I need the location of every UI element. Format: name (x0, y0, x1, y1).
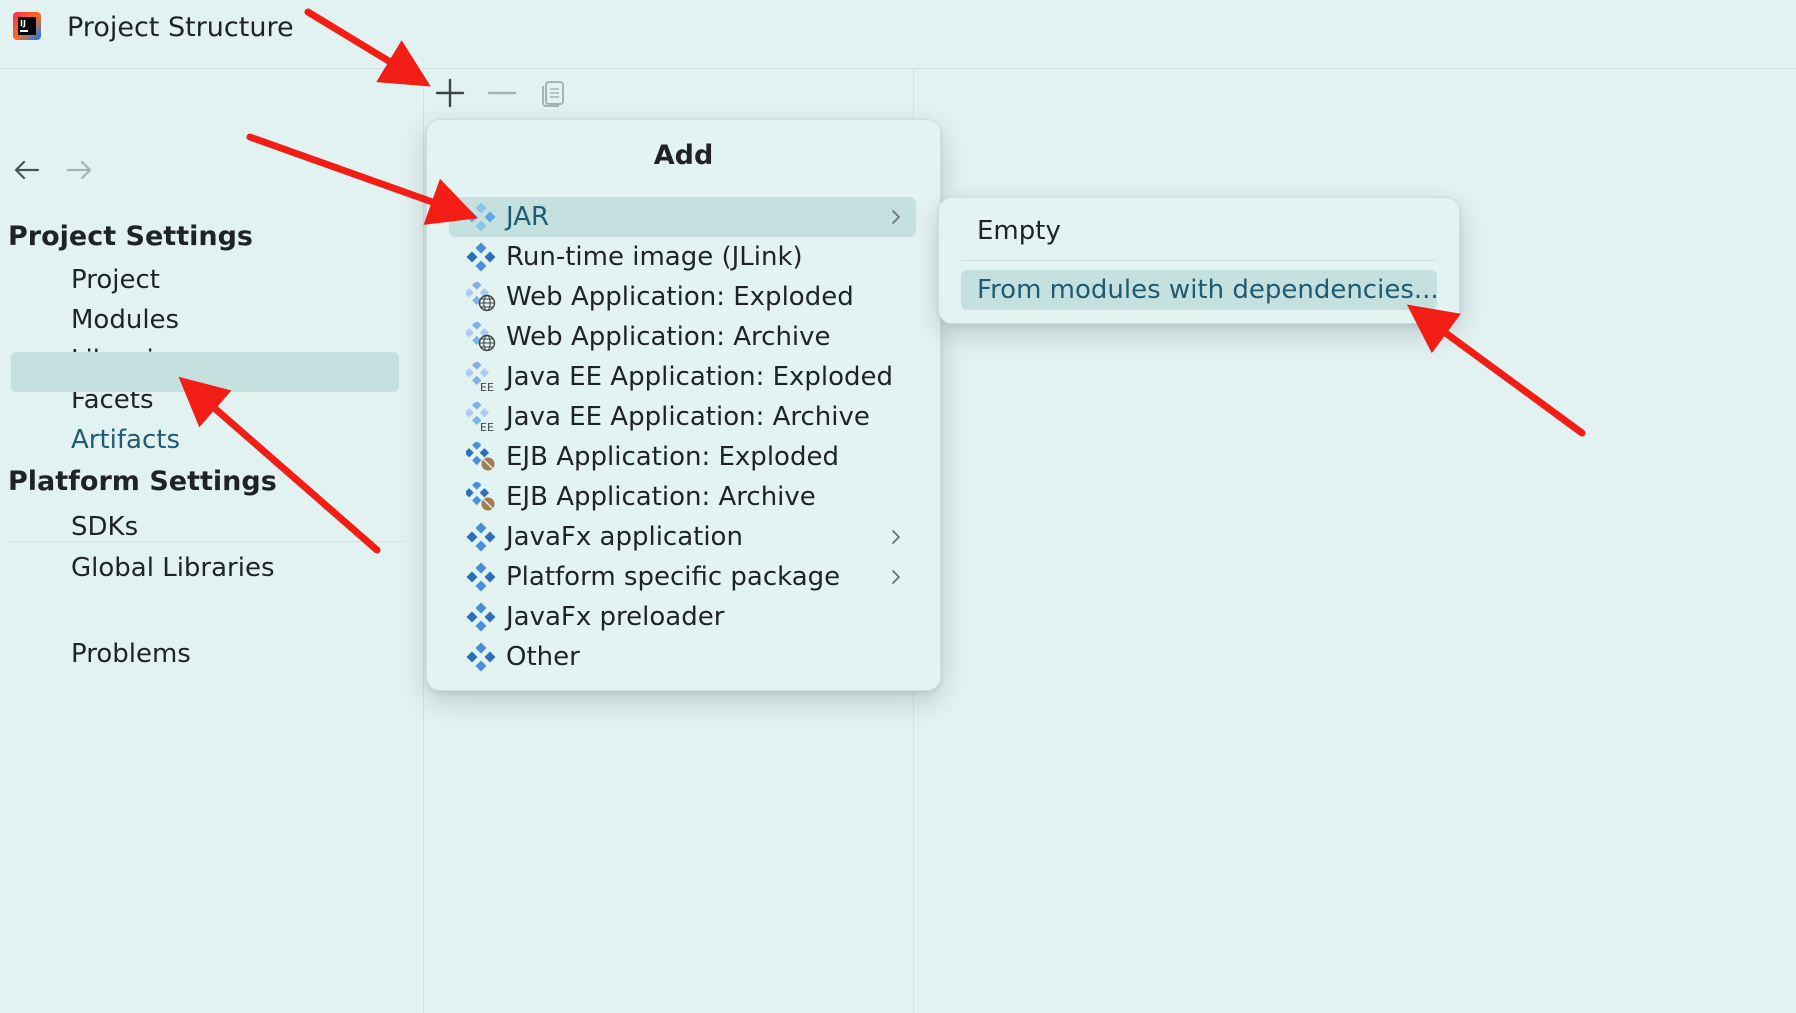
remove-button[interactable] (483, 74, 521, 112)
minus-icon (487, 91, 517, 95)
annotation-arrow-to-from-modules (1406, 304, 1586, 437)
chevron-right-icon (886, 567, 906, 587)
submenu-item-from-modules-label: From modules with dependencies... (977, 275, 1439, 305)
menu-item-label: Java EE Application: Archive (506, 402, 870, 432)
menu-item-javafx-application[interactable]: JavaFx application (449, 517, 916, 557)
menu-item-ejb-application-archive[interactable]: EJB Application: Archive (449, 477, 916, 517)
menu-item-label: Other (506, 642, 580, 672)
arrow-right-icon (66, 160, 92, 180)
menu-item-web-application-exploded[interactable]: Web Application: Exploded (449, 277, 916, 317)
submenu-separator (961, 260, 1437, 261)
chevron-right-icon (886, 207, 906, 227)
sidebar-item-global-libraries[interactable]: Global Libraries (71, 550, 275, 586)
web-artifact-icon (464, 320, 496, 352)
artifact-icon (466, 602, 496, 632)
add-popup-title: Add (653, 140, 714, 171)
sidebar-selection-highlight (11, 352, 399, 392)
copy-icon (542, 81, 564, 107)
copy-button[interactable] (535, 74, 573, 112)
menu-item-label: JAR (506, 202, 550, 232)
arrow-left-icon (14, 160, 40, 180)
chevron-right-icon (886, 527, 906, 547)
javaee-artifact-icon: EE (464, 400, 496, 434)
ejb-artifact-icon (464, 440, 496, 472)
menu-item-web-application-archive[interactable]: Web Application: Archive (449, 317, 916, 357)
add-popup-menu: Add JAR Run-time image (JLink) Web Applica… (426, 119, 941, 691)
add-button[interactable] (431, 74, 469, 112)
title-bar: IJ Project Structure (0, 0, 1796, 69)
menu-item-label: EJB Application: Archive (506, 482, 816, 512)
sidebar-divider (8, 541, 404, 542)
menu-item-other[interactable]: Other (449, 637, 916, 677)
menu-item-java-ee-application-exploded[interactable]: EE Java EE Application: Exploded (449, 357, 916, 397)
submenu-item-from-modules[interactable]: From modules with dependencies... (961, 270, 1439, 310)
menu-item-java-ee-application-archive[interactable]: EE Java EE Application: Archive (449, 397, 916, 437)
submenu-item-empty[interactable]: Empty (977, 213, 1061, 249)
web-artifact-icon (464, 280, 496, 312)
sidebar-item-project[interactable]: Project (71, 262, 160, 298)
plus-icon (435, 78, 465, 108)
menu-item-label: EJB Application: Exploded (506, 442, 839, 472)
left-panel: Project Settings Project Modules Librari… (0, 69, 424, 1013)
menu-item-jar[interactable]: JAR (449, 197, 916, 237)
menu-item-label: Java EE Application: Exploded (506, 362, 894, 392)
javaee-artifact-icon: EE (464, 360, 496, 394)
menu-item-platform-specific-package[interactable]: Platform specific package (449, 557, 916, 597)
artifact-icon (466, 242, 496, 272)
back-button[interactable] (10, 153, 44, 187)
sidebar-item-artifacts[interactable]: Artifacts (71, 422, 180, 458)
project-settings-header: Project Settings (8, 221, 253, 252)
artifact-icon (466, 642, 496, 672)
artifact-icon (466, 522, 496, 552)
svg-text:IJ: IJ (20, 19, 26, 28)
intellij-logo-icon: IJ (11, 10, 43, 42)
menu-item-ejb-application-exploded[interactable]: EJB Application: Exploded (449, 437, 916, 477)
menu-item-label: Web Application: Archive (506, 322, 831, 352)
menu-item-label: Platform specific package (506, 562, 841, 592)
jar-submenu: Empty From modules with dependencies... (938, 197, 1460, 324)
menu-item-label: JavaFx preloader (506, 602, 725, 632)
svg-text:EE: EE (480, 381, 494, 392)
ejb-artifact-icon (464, 480, 496, 512)
svg-text:EE: EE (480, 421, 494, 432)
sidebar-item-modules[interactable]: Modules (71, 302, 179, 338)
menu-item-javafx-preloader[interactable]: JavaFx preloader (449, 597, 916, 637)
forward-button[interactable] (62, 153, 96, 187)
jar-icon (466, 202, 496, 232)
menu-item-run-time-image-jlink[interactable]: Run-time image (JLink) (449, 237, 916, 277)
menu-item-label: JavaFx application (506, 522, 743, 552)
platform-settings-header: Platform Settings (8, 466, 277, 497)
sidebar-item-problems[interactable]: Problems (71, 636, 191, 672)
menu-item-label: Run-time image (JLink) (506, 242, 803, 272)
window-title: Project Structure (67, 12, 294, 43)
artifact-icon (466, 562, 496, 592)
menu-item-label: Web Application: Exploded (506, 282, 854, 312)
sidebar-item-sdks[interactable]: SDKs (71, 509, 138, 545)
